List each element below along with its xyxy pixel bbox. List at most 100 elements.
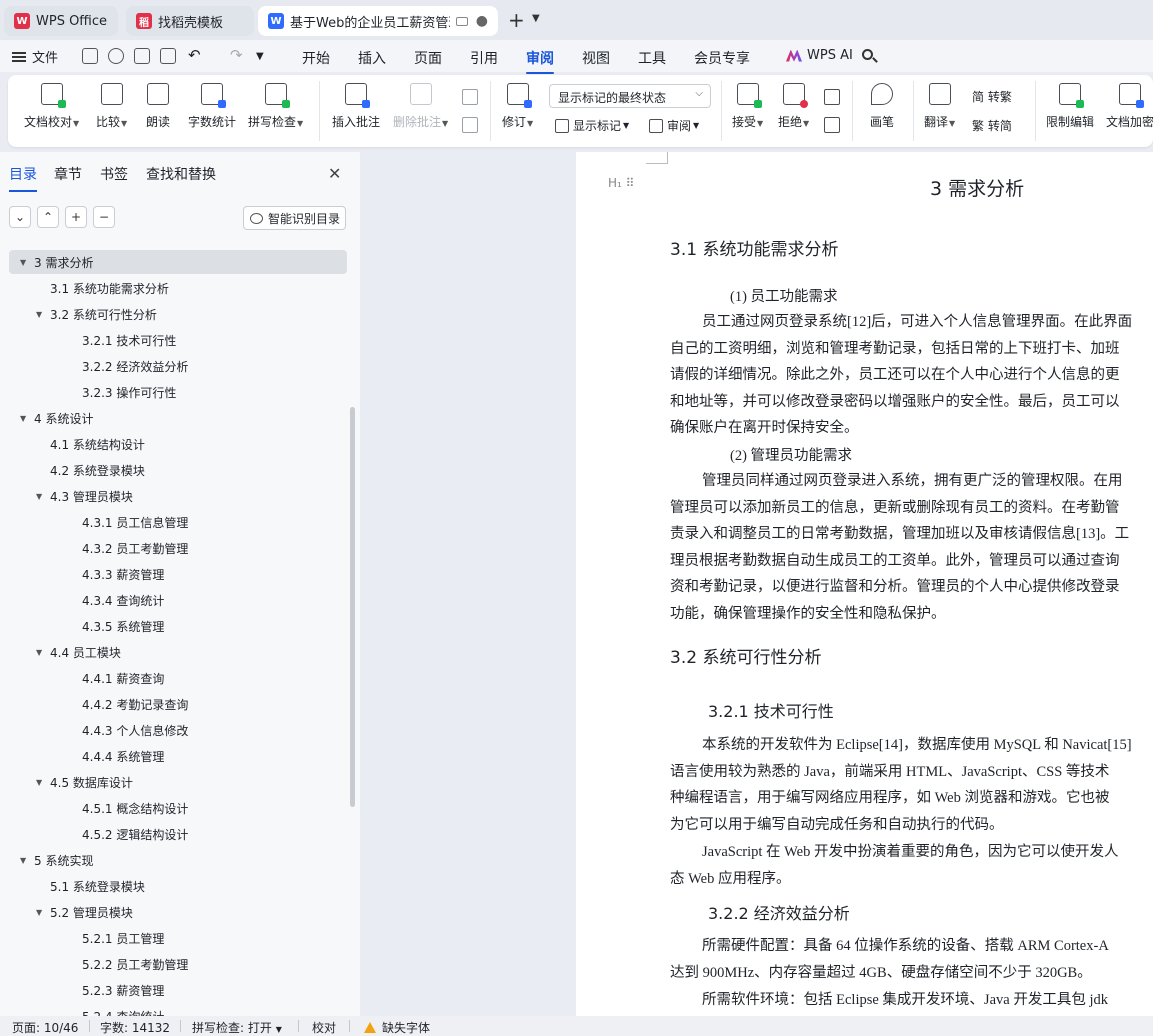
expand-triangle-icon[interactable]: ▼ (20, 258, 34, 267)
wps-ai-button[interactable]: WPS AI (786, 48, 853, 63)
toc-item[interactable]: ▼ 4.5 数据库设计 (0, 770, 340, 794)
track-changes-button[interactable]: 修订▼ (502, 83, 533, 130)
read-aloud-button[interactable]: 朗读 (146, 83, 170, 130)
chevron-down-icon[interactable]: ▼ (532, 13, 540, 24)
toc-item[interactable]: 4.4.2 考勤记录查询 (0, 692, 340, 716)
show-markup-button[interactable]: 显示标记 ▼ (555, 117, 629, 134)
remove-heading-button[interactable]: − (93, 206, 115, 228)
missing-font-status[interactable]: 缺失字体 (364, 1019, 430, 1036)
markup-display-select[interactable]: 显示标记的最终状态 ⌵ (549, 84, 711, 108)
nav-scrollbar[interactable] (350, 407, 355, 807)
toc-item[interactable]: 3.2.3 操作可行性 (0, 380, 340, 404)
smart-toc-button[interactable]: 智能识别目录 (243, 206, 346, 230)
document-page[interactable]: H₁ ⠿ 3 需求分析 3.1 系统功能需求分析 (1) 员工功能需求 员工通过… (576, 152, 1153, 1016)
menu-reference[interactable]: 引用 (470, 48, 498, 68)
menu-start[interactable]: 开始 (302, 48, 330, 68)
toc-item[interactable]: ▼ 4.4 员工模块 (0, 640, 340, 664)
toc-item[interactable]: 4.2 系统登录模块 (0, 458, 340, 482)
close-icon[interactable]: ✕ (328, 164, 341, 183)
toc-item[interactable]: 4.5.1 概念结构设计 (0, 796, 340, 820)
to-traditional-button[interactable]: 简 转繁 (972, 88, 1012, 105)
next-comment-icon[interactable] (462, 117, 478, 133)
toc-item[interactable]: 4.3.5 系统管理 (0, 614, 340, 638)
toc-item[interactable]: 5.1 系统登录模块 (0, 874, 340, 898)
heading-handle-icon[interactable]: H₁ ⠿ (608, 176, 634, 190)
new-tab-button[interactable]: + (508, 8, 525, 32)
page-indicator[interactable]: 页面: 10/46 (12, 1019, 78, 1036)
spell-check-button[interactable]: 拼写检查▼ (248, 83, 303, 130)
proofread-status[interactable]: 校对 (312, 1019, 336, 1036)
expand-triangle-icon[interactable]: ▼ (20, 856, 34, 865)
prev-comment-icon[interactable] (462, 89, 478, 105)
expand-triangle-icon[interactable]: ▼ (36, 310, 50, 319)
insert-comment-button[interactable]: 插入批注 (332, 83, 380, 130)
reject-button[interactable]: 拒绝▼ (778, 83, 809, 130)
spell-check-status[interactable]: 拼写检查: 打开 ▼ (192, 1019, 282, 1036)
toc-item[interactable]: 5.2.1 员工管理 (0, 926, 340, 950)
undo-icon[interactable]: ↶ (188, 46, 201, 64)
expand-triangle-icon[interactable]: ▼ (36, 778, 50, 787)
tab-document[interactable]: W 基于Web的企业员工薪资管理 ● (258, 6, 498, 36)
pen-button[interactable]: 画笔 (870, 83, 894, 130)
toc-item[interactable]: 4.4.3 个人信息修改 (0, 718, 340, 742)
toc-item[interactable]: ▼ 5.2 管理员模块 (0, 900, 340, 924)
collapse-up-button[interactable]: ⌃ (37, 206, 59, 228)
tab-toc[interactable]: 目录 (9, 164, 37, 192)
expand-triangle-icon[interactable]: ▼ (20, 414, 34, 423)
review-pane-button[interactable]: 审阅 ▼ (649, 117, 699, 134)
search-icon[interactable] (862, 49, 878, 63)
toc-item[interactable]: 4.5.2 逻辑结构设计 (0, 822, 340, 846)
toc-item[interactable]: 4.3.1 员工信息管理 (0, 510, 340, 534)
menu-insert[interactable]: 插入 (358, 48, 386, 68)
tab-chapters[interactable]: 章节 (54, 164, 82, 184)
share-icon[interactable] (108, 48, 124, 64)
menu-review[interactable]: 审阅 (526, 48, 554, 74)
tab-find-replace[interactable]: 查找和替换 (146, 164, 216, 184)
toc-item[interactable]: ▼ 3.2 系统可行性分析 (0, 302, 340, 326)
toc-item[interactable]: 4.4.4 系统管理 (0, 744, 340, 768)
toc-item[interactable]: 3.2.2 经济效益分析 (0, 354, 340, 378)
toc-item[interactable]: 3.2.1 技术可行性 (0, 328, 340, 352)
toc-item[interactable]: 5.2.2 员工考勤管理 (0, 952, 340, 976)
toc-item[interactable]: ▼ 5 系统实现 (0, 848, 340, 872)
tab-bookmarks[interactable]: 书签 (100, 164, 128, 184)
word-count-button[interactable]: 字数统计 (188, 83, 236, 130)
next-change-icon[interactable] (824, 117, 840, 133)
redo-icon[interactable]: ↷ (230, 46, 243, 64)
expand-triangle-icon[interactable]: ▼ (36, 492, 50, 501)
toc-item[interactable]: 4.4.1 薪资查询 (0, 666, 340, 690)
doc-proofread-button[interactable]: 文档校对▼ (24, 83, 79, 130)
tab-docer-templates[interactable]: 稻 找稻壳模板 (126, 6, 254, 36)
file-menu-button[interactable]: 文件 (12, 47, 58, 66)
compare-button[interactable]: 比较▼ (96, 83, 127, 130)
delete-comment-button[interactable]: 删除批注▼ (393, 83, 448, 130)
toc-item[interactable]: 4.1 系统结构设计 (0, 432, 340, 456)
add-heading-button[interactable]: + (65, 206, 87, 228)
toc-item[interactable]: 4.3.2 员工考勤管理 (0, 536, 340, 560)
menu-page[interactable]: 页面 (414, 48, 442, 68)
tab-wps-office[interactable]: W WPS Office (4, 6, 118, 36)
print-icon[interactable] (134, 48, 150, 64)
translate-button[interactable]: 翻译▼ (924, 83, 955, 130)
expand-triangle-icon[interactable]: ▼ (36, 908, 50, 917)
toc-item[interactable]: ▼ 4.3 管理员模块 (0, 484, 340, 508)
toc-item[interactable]: 3.1 系统功能需求分析 (0, 276, 340, 300)
more-chevron-icon[interactable]: ▼ (256, 51, 264, 62)
toc-item[interactable]: 4.3.3 薪资管理 (0, 562, 340, 586)
expand-triangle-icon[interactable]: ▼ (36, 648, 50, 657)
toc-item[interactable]: ▼ 4 系统设计 (0, 406, 340, 430)
menu-tools[interactable]: 工具 (638, 48, 666, 68)
toc-item[interactable]: ▼ 3 需求分析 (9, 250, 347, 274)
encrypt-button[interactable]: 文档加密 (1106, 83, 1153, 130)
word-count-indicator[interactable]: 字数: 14132 (100, 1019, 170, 1036)
expand-down-button[interactable]: ⌄ (9, 206, 31, 228)
prev-change-icon[interactable] (824, 89, 840, 105)
menu-view[interactable]: 视图 (582, 48, 610, 68)
menu-member[interactable]: 会员专享 (694, 48, 750, 68)
unsaved-dot-icon[interactable]: ● (476, 13, 488, 29)
restrict-edit-button[interactable]: 限制编辑 (1046, 83, 1094, 130)
toc-item[interactable]: 4.3.4 查询统计 (0, 588, 340, 612)
accept-button[interactable]: 接受▼ (732, 83, 763, 130)
toc-item[interactable]: 5.2.3 薪资管理 (0, 978, 340, 1002)
print-preview-icon[interactable] (160, 48, 176, 64)
